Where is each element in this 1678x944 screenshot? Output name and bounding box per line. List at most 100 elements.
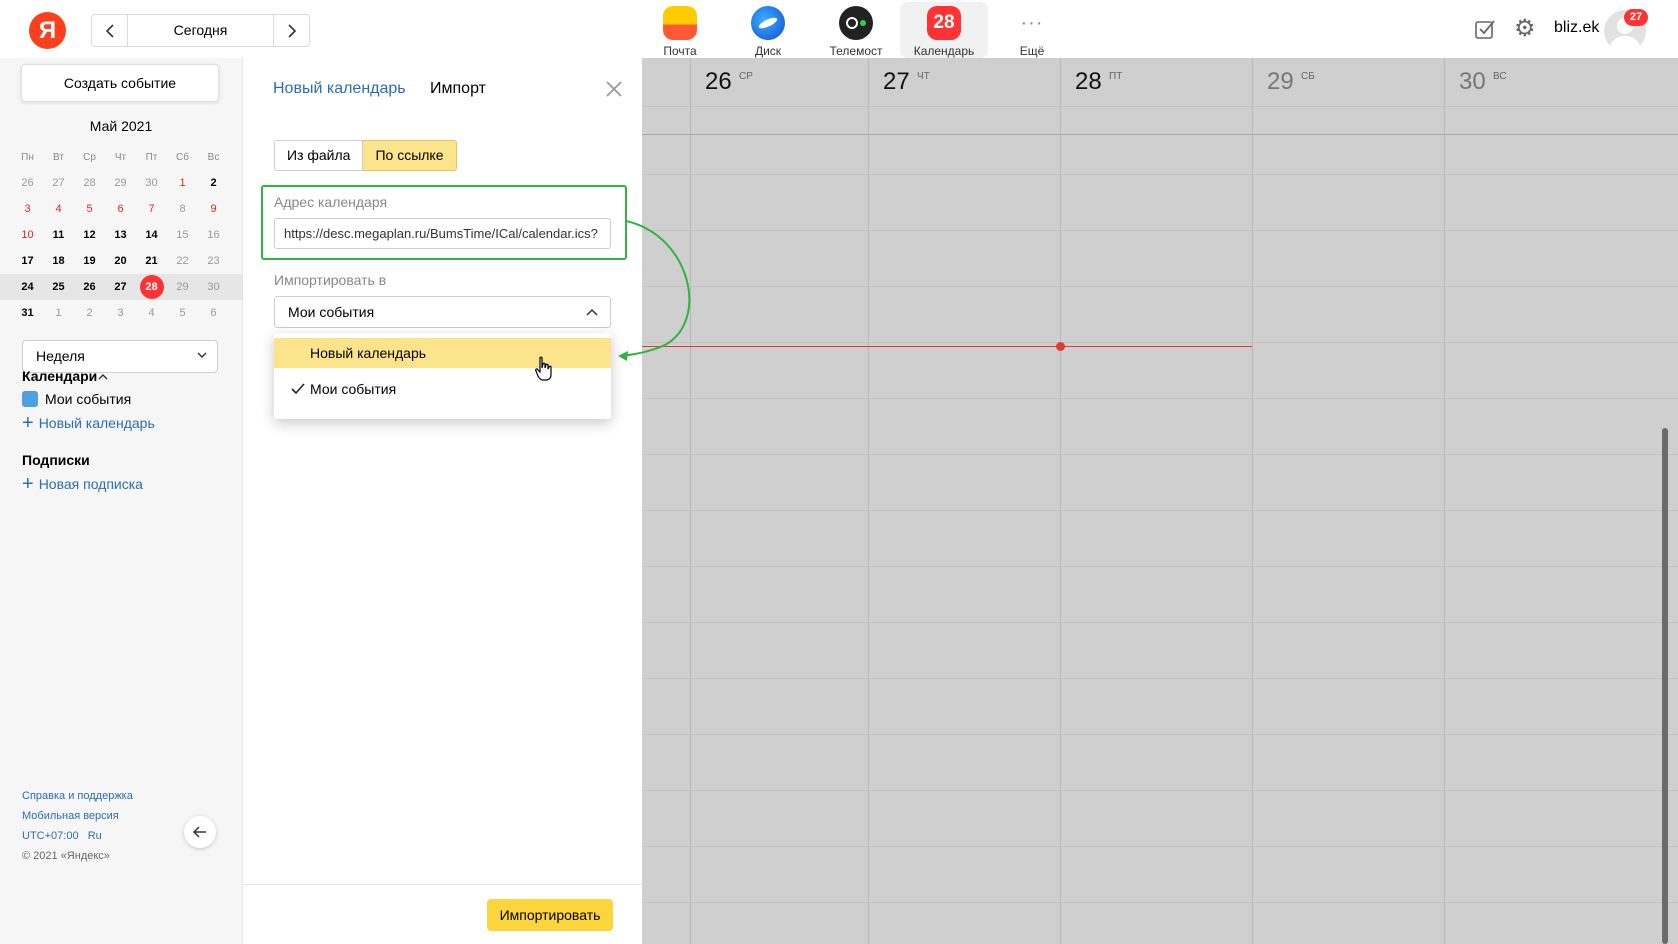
mini-calendar-day[interactable]: 13 (105, 229, 136, 241)
day-header[interactable]: 28 ПТ (1060, 58, 1252, 106)
day-header[interactable]: 30 ВС (1444, 58, 1678, 106)
mini-calendar-day[interactable]: 1 (167, 177, 198, 189)
calendar-url-input[interactable]: https://desc.megaplan.ru/BumsTime/ICal/c… (274, 218, 611, 249)
help-link[interactable]: Справка и поддержка (22, 786, 133, 806)
mini-calendar-day[interactable]: 4 (43, 203, 74, 215)
mini-calendar-day[interactable]: 6 (105, 203, 136, 215)
import-to-select[interactable]: Мои события (274, 296, 611, 328)
service-calendar[interactable]: 28 Календарь (900, 2, 988, 58)
mini-calendar-day[interactable]: 3 (105, 307, 136, 319)
tab-import[interactable]: Импорт (430, 80, 486, 98)
mini-calendar-week: 3 4 5 6 7 8 9 (12, 196, 231, 222)
mini-calendar-day[interactable]: 19 (74, 255, 105, 267)
mobile-version-link[interactable]: Мобильная версия (22, 806, 133, 826)
day-weekday: ПТ (1109, 71, 1123, 82)
chevron-up-icon[interactable] (98, 372, 108, 382)
mini-calendar-day[interactable]: 9 (198, 203, 229, 215)
day-weekday: ВС (1493, 71, 1507, 82)
grid-hline (642, 106, 1678, 107)
username[interactable]: bliz.ek (1554, 19, 1599, 37)
yandex-logo[interactable]: Я (29, 12, 66, 49)
day-header[interactable]: 27 ЧТ (868, 58, 1060, 106)
mini-calendar-day[interactable]: 25 (43, 281, 74, 293)
mail-icon (663, 6, 697, 40)
mini-calendar-day[interactable]: 12 (74, 229, 105, 241)
mini-calendar-day[interactable]: 14 (136, 229, 167, 241)
notification-badge: 27 (1624, 9, 1648, 26)
settings-gear-icon[interactable]: ⚙ (1514, 17, 1538, 41)
mini-calendar-day[interactable]: 29 (167, 281, 198, 293)
mini-calendar-day[interactable]: 18 (43, 255, 74, 267)
grid-scrollbar[interactable] (1662, 428, 1668, 944)
mini-calendar-day[interactable]: 26 (74, 281, 105, 293)
mini-calendar-day[interactable]: 4 (136, 307, 167, 319)
today-button[interactable]: Сегодня (127, 15, 274, 46)
dropdown-option-new-calendar[interactable]: Новый календарь (274, 338, 611, 368)
mini-calendar-day[interactable]: 16 (198, 229, 229, 241)
timezone-link[interactable]: UTC+07:00 (22, 830, 79, 842)
language-link[interactable]: Ru (88, 830, 102, 842)
mini-calendar-day[interactable]: 28 (74, 177, 105, 189)
mini-calendar-day[interactable]: 3 (12, 203, 43, 215)
mini-calendar-day[interactable]: 15 (167, 229, 198, 241)
add-calendar-link[interactable]: + Новый календарь (22, 413, 155, 433)
mini-calendar-day[interactable]: 11 (43, 229, 74, 241)
mini-calendar-day[interactable]: 7 (136, 203, 167, 215)
dropdown-option-my-events[interactable]: Мои события (274, 374, 611, 404)
weekday-header: Чт (114, 151, 127, 163)
mini-calendar-day[interactable]: 30 (198, 281, 229, 293)
mini-calendar-day[interactable]: 30 (136, 177, 167, 189)
import-button[interactable]: Импортировать (487, 899, 613, 931)
chevron-left-icon (105, 23, 114, 38)
add-subscription-link[interactable]: + Новая подписка (22, 474, 143, 494)
mini-calendar: Пн Вт Ср Чт Пт Сб Вс 26 27 28 29 30 1 2 … (0, 144, 242, 326)
weekday-header: Вс (207, 151, 220, 163)
collapse-sidebar-button[interactable] (184, 816, 216, 848)
service-disk[interactable]: Диск (724, 2, 812, 58)
mini-calendar-day[interactable]: 6 (198, 307, 229, 319)
mini-calendar-day[interactable]: 8 (167, 203, 198, 215)
mini-calendar-day[interactable]: 1 (43, 307, 74, 319)
day-header[interactable]: 29 СБ (1252, 58, 1444, 106)
close-icon[interactable] (604, 79, 624, 99)
mini-calendar-day[interactable]: 26 (12, 177, 43, 189)
todo-check-icon[interactable] (1474, 18, 1496, 40)
by-link-option[interactable]: По ссылке (363, 140, 457, 171)
day-number: 28 (1075, 68, 1102, 95)
mini-calendar-day[interactable]: 21 (136, 255, 167, 267)
today-marker: 28 (139, 275, 164, 299)
service-mail[interactable]: Почта (636, 2, 724, 58)
panel-footer-divider (243, 884, 643, 885)
prev-week-button[interactable] (92, 15, 127, 46)
mini-calendar-day[interactable]: 27 (105, 281, 136, 293)
day-number: 30 (1459, 68, 1486, 95)
grid-vline (868, 106, 869, 944)
mini-calendar-day[interactable]: 10 (12, 229, 43, 241)
mini-calendar-day[interactable]: 27 (43, 177, 74, 189)
day-header[interactable]: 26 СР (690, 58, 868, 106)
service-more[interactable]: ··· Ещё (988, 2, 1076, 59)
mini-calendar-day[interactable]: 17 (12, 255, 43, 267)
tab-new-calendar[interactable]: Новый календарь (273, 80, 406, 98)
calendars-section-title[interactable]: Календари (22, 368, 97, 384)
disk-icon (751, 6, 785, 40)
from-file-option[interactable]: Из файла (274, 140, 364, 171)
calendar-item-my-events[interactable]: Мои события (22, 391, 131, 407)
grid-hline (642, 398, 1678, 399)
mini-calendar-day[interactable]: 24 (12, 281, 43, 293)
mini-calendar-today[interactable]: 28 (136, 275, 167, 299)
mini-calendar-day[interactable]: 23 (198, 255, 229, 267)
mini-calendar-day[interactable]: 20 (105, 255, 136, 267)
mini-calendar-day[interactable]: 31 (12, 307, 43, 319)
mini-calendar-day[interactable]: 5 (167, 307, 198, 319)
grid-vline (1252, 106, 1253, 944)
mini-calendar-day[interactable]: 2 (198, 177, 229, 189)
chevron-up-icon (586, 308, 598, 316)
mini-calendar-day[interactable]: 22 (167, 255, 198, 267)
service-telemost[interactable]: Телемост (812, 2, 900, 58)
next-week-button[interactable] (274, 15, 309, 46)
create-event-button[interactable]: Создать событие (21, 64, 219, 102)
mini-calendar-day[interactable]: 5 (74, 203, 105, 215)
mini-calendar-day[interactable]: 2 (74, 307, 105, 319)
mini-calendar-day[interactable]: 29 (105, 177, 136, 189)
